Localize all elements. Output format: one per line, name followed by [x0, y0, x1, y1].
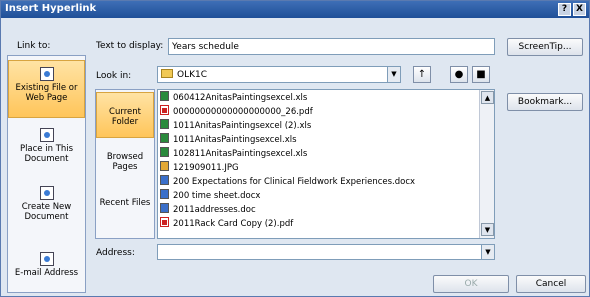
side-nav-browsed-pages[interactable]: Browsed Pages — [96, 152, 154, 176]
word-file-icon — [160, 189, 169, 199]
cancel-button[interactable]: Cancel — [516, 275, 586, 293]
excel-file-icon — [160, 147, 169, 157]
link-to-create-new-document[interactable]: Create New Document — [8, 186, 85, 226]
file-list-item[interactable]: 00000000000000000000_26.pdf — [160, 105, 313, 117]
folder-icon — [161, 69, 173, 78]
file-list-scrollbar[interactable]: ▲ ▼ — [479, 90, 494, 238]
scroll-down-icon[interactable]: ▼ — [481, 223, 494, 236]
text-to-display-input[interactable]: Years schedule — [168, 38, 495, 55]
place-in-document-icon — [39, 128, 54, 142]
link-to-email-address-label: E-mail Address — [14, 268, 79, 278]
up-folder-icon[interactable]: ↑ — [413, 66, 431, 83]
link-to-label: Link to: — [17, 41, 51, 51]
file-list-item[interactable]: 2011Rack Card Copy (2).pdf — [160, 217, 293, 229]
excel-file-icon — [160, 119, 169, 129]
link-to-place-in-document[interactable]: Place in This Document — [8, 128, 85, 168]
insert-hyperlink-dialog: Insert Hyperlink ? X Link to: Existing F… — [0, 0, 590, 297]
link-to-panel: Existing File or Web Page Place in This … — [7, 55, 86, 293]
side-nav-recent-files[interactable]: Recent Files — [96, 198, 154, 222]
text-to-display-label: Text to display: — [96, 41, 164, 51]
file-list: 060412AnitasPaintingsexcel.xls 000000000… — [157, 89, 495, 239]
recent-folder-icon[interactable]: ■ — [472, 66, 490, 83]
excel-file-icon — [160, 91, 169, 101]
excel-file-icon — [160, 133, 169, 143]
word-file-icon — [160, 203, 169, 213]
file-list-item[interactable]: 2011addresses.doc — [160, 203, 256, 215]
address-label: Address: — [96, 248, 135, 258]
search-web-icon[interactable]: ● — [450, 66, 468, 83]
file-list-item[interactable]: 200 time sheet.docx — [160, 189, 260, 201]
dialog-title: Insert Hyperlink — [5, 3, 97, 14]
look-in-label: Look in: — [96, 71, 132, 81]
file-list-item[interactable]: 060412AnitasPaintingsexcel.xls — [160, 91, 307, 103]
file-list-item[interactable]: 1011AnitasPaintingsexcel (2).xls — [160, 119, 311, 131]
screentip-button[interactable]: ScreenTip... — [507, 38, 583, 56]
image-file-icon — [160, 161, 169, 171]
address-input[interactable]: ▼ — [157, 244, 495, 260]
link-to-email-address[interactable]: E-mail Address — [8, 252, 85, 286]
link-to-existing-file-label: Existing File or Web Page — [15, 83, 78, 103]
help-button[interactable]: ? — [558, 3, 571, 16]
link-to-place-in-document-label: Place in This Document — [19, 144, 74, 164]
title-bar: Insert Hyperlink — [1, 1, 589, 18]
close-button[interactable]: X — [573, 3, 586, 16]
pdf-file-icon — [160, 217, 169, 227]
address-chevron-down-icon[interactable]: ▼ — [481, 245, 494, 259]
create-new-document-icon — [39, 186, 54, 200]
existing-file-icon — [39, 67, 54, 81]
link-to-create-new-document-label: Create New Document — [21, 202, 72, 222]
side-nav-current-folder[interactable]: Current Folder — [96, 92, 154, 138]
email-address-icon — [39, 252, 54, 266]
file-list-item[interactable]: 121909011.JPG — [160, 161, 239, 173]
file-list-item[interactable]: 102811AnitasPaintingsexcel.xls — [160, 147, 307, 159]
look-in-dropdown[interactable]: OLK1C ▼ — [157, 66, 401, 83]
ok-button[interactable]: OK — [433, 275, 509, 293]
scroll-up-icon[interactable]: ▲ — [481, 91, 494, 104]
bookmark-button[interactable]: Bookmark... — [507, 93, 583, 111]
file-list-item[interactable]: 1011AnitasPaintingsexcel.xls — [160, 133, 297, 145]
word-file-icon — [160, 175, 169, 185]
side-nav-panel: Current Folder Browsed Pages Recent File… — [95, 89, 155, 239]
look-in-value: OLK1C — [177, 70, 208, 80]
pdf-file-icon — [160, 105, 169, 115]
look-in-chevron-down-icon[interactable]: ▼ — [387, 67, 400, 82]
file-list-item[interactable]: 200 Expectations for Clinical Fieldwork … — [160, 175, 415, 187]
link-to-existing-file[interactable]: Existing File or Web Page — [8, 60, 85, 118]
